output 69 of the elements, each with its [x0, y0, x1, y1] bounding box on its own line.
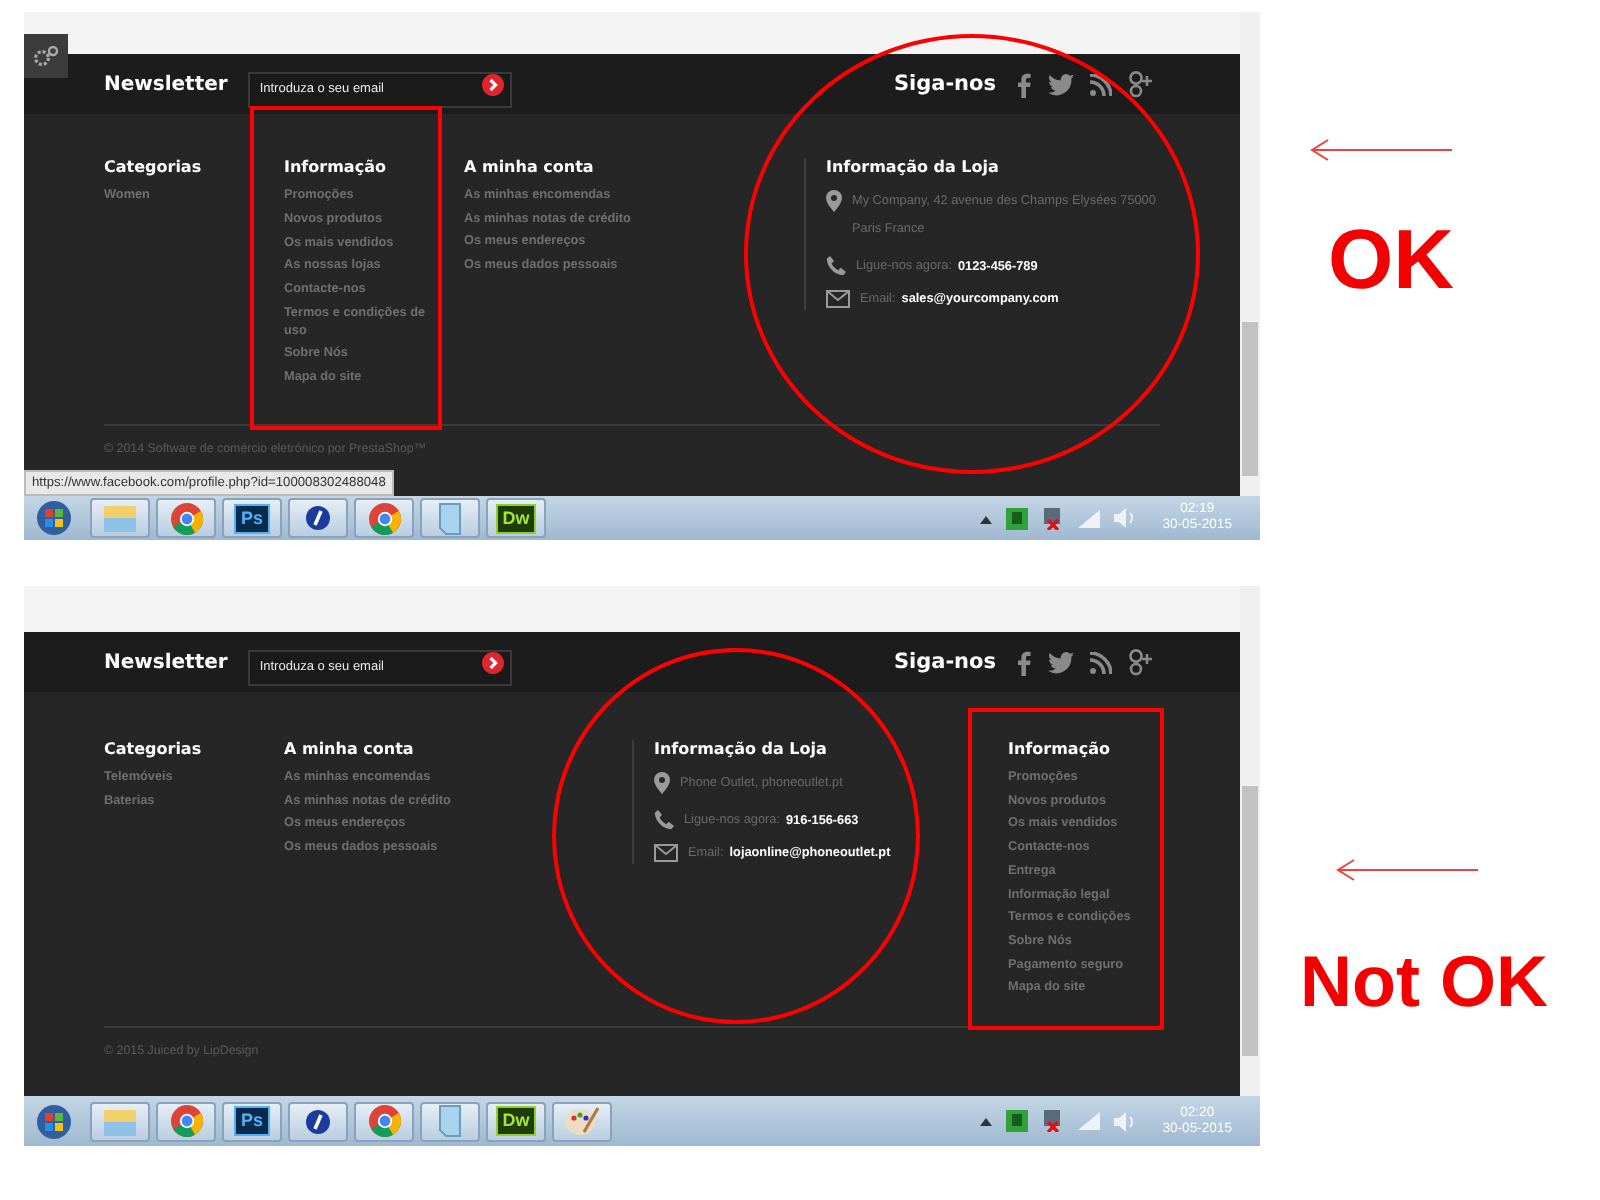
palette-icon	[564, 1104, 600, 1138]
taskbar-button[interactable]	[156, 1101, 216, 1141]
column-heading: Categorias	[104, 158, 204, 176]
app-icon	[304, 504, 332, 532]
tray-arrow-icon[interactable]	[980, 1116, 993, 1126]
folder-icon	[102, 1105, 138, 1137]
submit-icon[interactable]	[481, 73, 504, 95]
follow-label: Siga-nos	[893, 72, 996, 96]
taskbar-button[interactable]: Ps	[222, 1101, 282, 1141]
app-logo: Ps	[234, 1106, 269, 1136]
rss-icon[interactable]	[1090, 651, 1112, 673]
google-plus-icon[interactable]	[1128, 70, 1154, 98]
location-pin-icon	[654, 772, 670, 794]
settings-icon	[32, 44, 60, 68]
app-logo: Dw	[496, 1106, 536, 1136]
tray-app-icon[interactable]	[1006, 507, 1029, 529]
taskbar-button[interactable]: Dw	[486, 498, 546, 538]
facebook-icon[interactable]	[1016, 649, 1032, 675]
column-heading: A minha conta	[284, 740, 416, 758]
scrollbar[interactable]	[1240, 12, 1260, 496]
settings-button[interactable]	[24, 34, 68, 78]
scrollbar[interactable]	[1240, 586, 1260, 1096]
taskbar-button[interactable]	[354, 498, 414, 538]
verdict-label: OK	[1328, 212, 1454, 308]
taskbar-button[interactable]	[288, 1101, 348, 1141]
taskbar-button[interactable]	[354, 1101, 414, 1141]
google-plus-icon[interactable]	[1128, 648, 1154, 676]
newsletter-title: Newsletter	[104, 73, 228, 95]
left-arrow	[1336, 858, 1480, 882]
folder-icon	[102, 502, 138, 534]
tray-app-icon[interactable]	[1006, 1110, 1029, 1132]
bird-icon[interactable]	[1048, 73, 1074, 95]
browser-icon	[367, 1104, 401, 1138]
follow-label: Siga-nos	[893, 650, 996, 674]
submit-icon[interactable]	[481, 651, 504, 673]
column-heading: Categorias	[104, 740, 204, 758]
taskbar-button[interactable]: Dw	[486, 1101, 546, 1141]
network-error-icon[interactable]	[1042, 1110, 1065, 1132]
browser-icon	[169, 1104, 203, 1138]
column-heading: Informação da Loja	[654, 740, 829, 758]
taskbar-button[interactable]	[288, 498, 348, 538]
facebook-icon[interactable]	[1016, 71, 1032, 97]
notepad-icon	[434, 1104, 466, 1138]
windows-logo-icon	[36, 500, 72, 536]
phone-icon	[654, 810, 674, 830]
envelope-icon	[654, 843, 678, 862]
newsletter-title: Newsletter	[104, 651, 228, 673]
notepad-icon	[434, 501, 466, 535]
column-heading: Informação	[284, 158, 388, 176]
windows-logo-icon	[36, 1103, 72, 1139]
column-heading: A minha conta	[464, 158, 596, 176]
taskbar-button[interactable]	[156, 498, 216, 538]
location-pin-icon	[826, 190, 842, 212]
left-arrow	[1310, 138, 1454, 162]
envelope-icon	[826, 289, 850, 308]
phone-icon	[826, 256, 846, 276]
rss-icon[interactable]	[1090, 73, 1112, 95]
browser-icon	[367, 501, 401, 535]
verdict-label: Not OK	[1300, 940, 1548, 1024]
network-error-icon[interactable]	[1042, 507, 1065, 529]
app-logo: Ps	[234, 503, 269, 533]
tray-arrow-icon[interactable]	[980, 513, 993, 523]
browser-icon	[169, 501, 203, 535]
taskbar-button[interactable]: Ps	[222, 498, 282, 538]
app-icon	[304, 1107, 332, 1135]
bird-icon[interactable]	[1048, 651, 1074, 673]
column-heading: Informação	[1008, 740, 1112, 758]
column-heading: Informação da Loja	[826, 158, 1001, 176]
app-logo: Dw	[496, 503, 536, 533]
